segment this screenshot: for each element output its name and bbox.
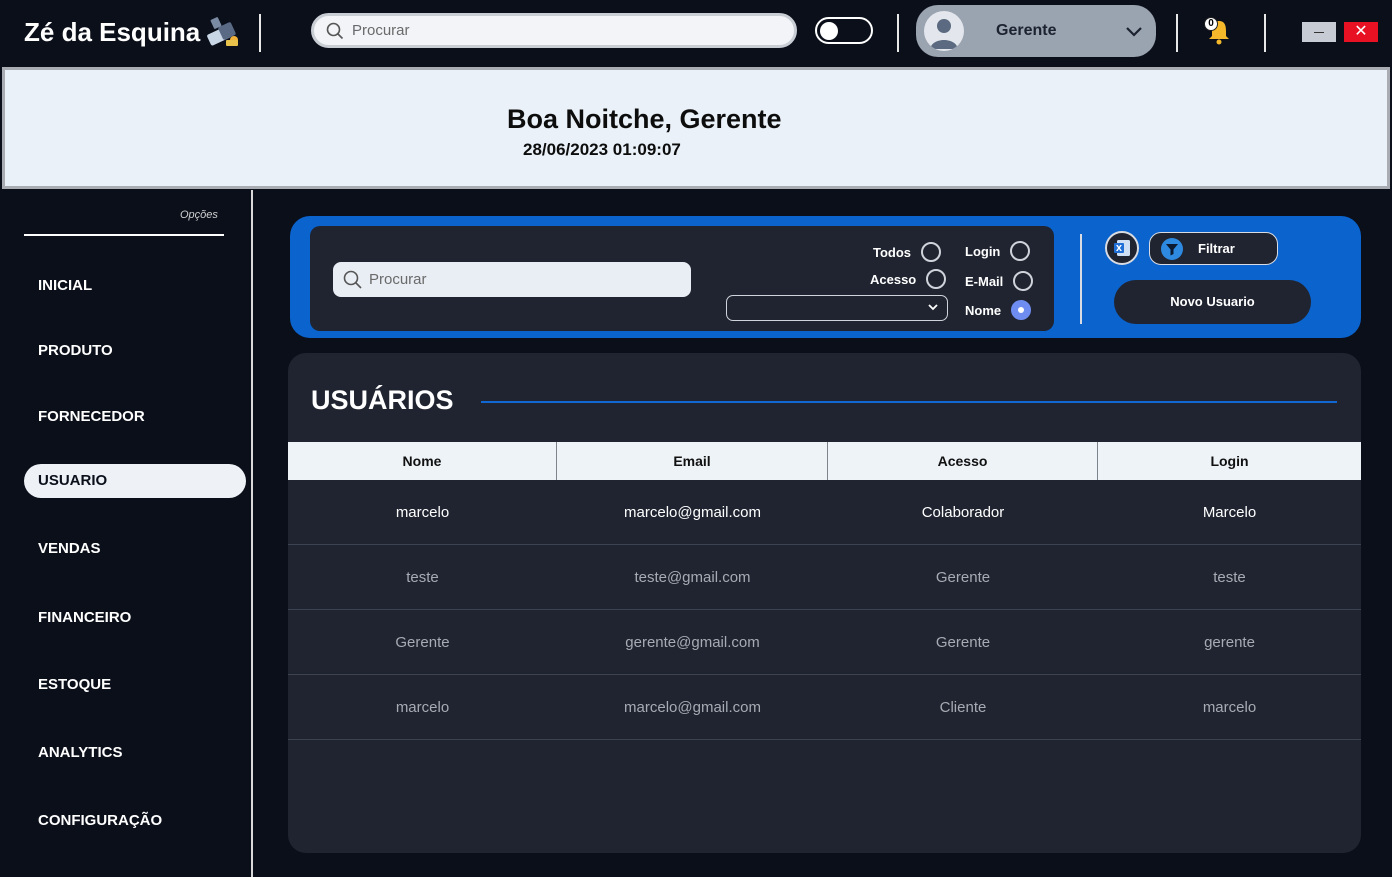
svg-text:X: X [1116,244,1123,253]
filter-icon [1161,237,1183,260]
access-dropdown[interactable] [726,295,948,321]
table-header: Nome Email Acesso Login [288,442,1361,480]
column-header-email[interactable]: Email [557,442,828,480]
close-icon: ✕ [1354,23,1368,40]
filter-panel: Todos Acesso Login E-Mail Nome X [290,216,1361,338]
radio-todos[interactable]: Todos [873,242,942,262]
excel-icon: X [1114,240,1130,256]
table-row[interactable]: Gerente gerente@gmail.com Gerente gerent… [288,610,1361,675]
filter-button[interactable]: Filtrar [1149,232,1278,265]
radio-button[interactable] [921,242,942,262]
radio-button[interactable] [1011,300,1032,320]
cell-nome: marcelo [395,503,450,521]
sidebar-item-analytics[interactable]: ANALYTICS [24,736,246,770]
close-button[interactable]: ✕ [1344,22,1378,42]
cell-email: gerente@gmail.com [625,633,760,651]
chevron-down-icon[interactable] [1124,21,1144,41]
table-row[interactable]: marcelo marcelo@gmail.com Colaborador Ma… [288,480,1361,545]
sidebar: Opções INICIAL PRODUTO FORNECEDOR USUARI… [0,190,253,877]
cell-email: teste@gmail.com [634,568,751,586]
top-search-input[interactable] [352,22,752,39]
radio-label: Acesso [870,271,917,287]
cash-register-icon [207,17,239,46]
users-card: USUÁRIOS Nome Email Acesso Login marcelo… [288,353,1361,853]
avatar [924,11,964,51]
sidebar-item-fornecedor[interactable]: FORNECEDOR [24,400,246,434]
column-header-login[interactable]: Login [1098,442,1361,480]
radio-label: Nome [965,302,1002,318]
top-search-box[interactable] [311,13,797,48]
radio-button[interactable] [1010,241,1031,261]
divider [897,14,899,52]
divider [1176,14,1178,52]
user-avatar-icon [930,19,958,49]
search-icon [343,270,362,289]
chevron-down-icon [928,304,938,311]
search-icon [326,22,344,39]
cell-login: marcelo [1202,698,1257,716]
radio-nome[interactable]: Nome [965,300,1032,320]
minimize-button[interactable] [1302,22,1336,42]
sidebar-item-configuracao[interactable]: CONFIGURAÇÃO [24,804,246,838]
user-name: Gerente [996,22,1057,39]
users-title: USUÁRIOS [311,385,454,415]
title-underline [481,401,1337,403]
radio-label: Login [965,243,1001,259]
sidebar-item-inicial[interactable]: INICIAL [24,269,246,303]
table-row[interactable]: teste teste@gmail.com Gerente teste [288,545,1361,610]
new-user-button[interactable]: Novo Usuario [1114,280,1311,324]
divider [259,14,261,52]
sidebar-item-produto[interactable]: PRODUTO [24,334,246,368]
sidebar-item-financeiro[interactable]: FINANCEIRO [24,601,246,635]
filter-button-label: Filtrar [1198,241,1235,256]
cell-nome: teste [406,568,439,586]
table-row[interactable]: marcelo marcelo@gmail.com Cliente marcel… [288,675,1361,740]
minimize-icon [1314,31,1324,33]
cell-email: marcelo@gmail.com [624,698,761,716]
radio-label: Todos [873,244,912,260]
user-search-box[interactable] [333,262,691,297]
radio-acesso[interactable]: Acesso [870,269,947,289]
divider [1080,234,1082,324]
notification-count: 0 [1204,17,1218,31]
divider [1264,14,1266,52]
cell-acesso: Gerente [935,568,991,586]
brand: Zé da Esquina [24,16,242,48]
radio-button[interactable] [1013,271,1034,291]
cell-nome: Gerente [395,633,450,651]
cell-acesso: Colaborador [921,503,1005,521]
cell-email: marcelo@gmail.com [624,503,761,521]
filter-inner: Todos Acesso Login E-Mail Nome [310,226,1054,331]
users-table: Nome Email Acesso Login marcelo marcelo@… [288,442,1361,740]
column-header-acesso[interactable]: Acesso [828,442,1098,480]
cell-acesso: Cliente [939,698,987,716]
user-search-input[interactable] [369,271,669,288]
greeting-banner: Boa Noitche, Gerente 28/06/2023 01:09:07 [2,67,1390,189]
cell-acesso: Gerente [935,633,991,651]
cell-login: Marcelo [1202,503,1257,521]
radio-login[interactable]: Login [965,241,1031,261]
column-header-nome[interactable]: Nome [288,442,557,480]
cell-login: teste [1213,568,1246,586]
export-excel-button[interactable]: X [1105,231,1139,265]
cell-nome: marcelo [395,698,450,716]
sidebar-item-vendas[interactable]: VENDAS [24,532,246,566]
sidebar-item-usuario[interactable]: USUARIO [24,464,246,498]
sidebar-header-divider [24,234,224,236]
cell-login: gerente [1204,633,1255,651]
radio-label: E-Mail [965,273,1004,289]
greeting-text: Boa Noitche, Gerente [507,104,782,134]
datetime-text: 28/06/2023 01:09:07 [523,140,681,159]
toggle-knob [820,21,838,40]
sidebar-header: Opções [180,209,218,221]
radio-email[interactable]: E-Mail [965,271,1034,291]
app-title: Zé da Esquina [24,16,201,47]
sidebar-item-estoque[interactable]: ESTOQUE [24,668,246,702]
radio-button[interactable] [926,269,947,289]
theme-toggle[interactable] [815,17,873,44]
top-bar: Zé da Esquina Gerente [0,0,1392,66]
user-menu[interactable]: Gerente [916,5,1156,57]
